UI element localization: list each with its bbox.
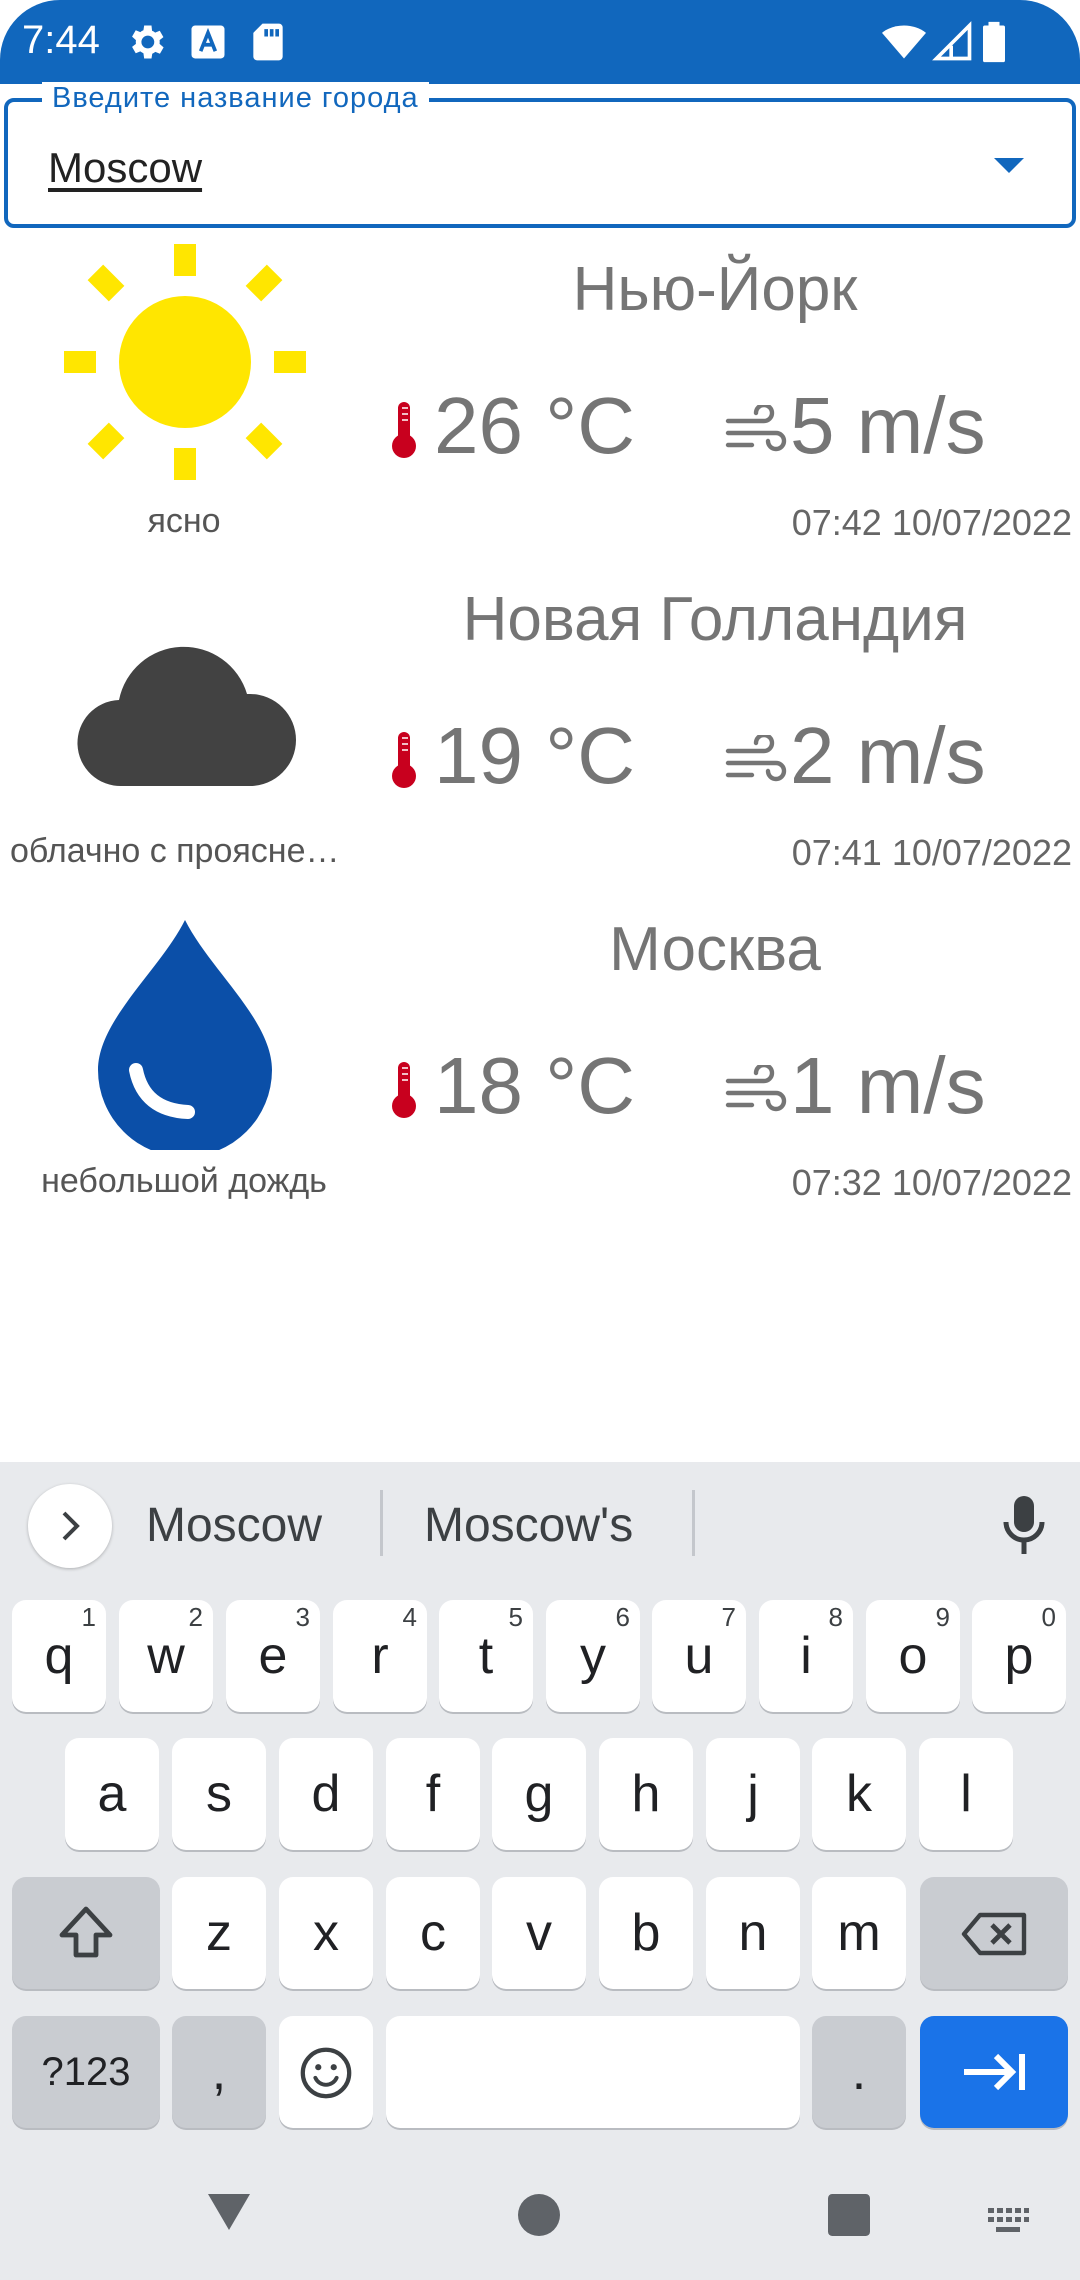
backspace-key[interactable]: [920, 1877, 1068, 1989]
key-y[interactable]: y6: [546, 1600, 640, 1712]
comma-key[interactable]: ,: [172, 2016, 266, 2128]
weather-description: ясно: [147, 502, 221, 540]
city-input[interactable]: Moscow: [48, 144, 202, 192]
tab-next-icon: [964, 2053, 1025, 2091]
key-d[interactable]: d: [279, 1738, 373, 1850]
weather-card[interactable]: облачно с прояснениями Новая Голландия 1…: [0, 570, 1080, 900]
emoji-icon: [300, 2047, 352, 2099]
city-name: Москва: [609, 915, 821, 984]
backspace-icon: [961, 1912, 1027, 1956]
sun-icon: [64, 244, 306, 480]
text-a-icon: [191, 25, 225, 59]
navigation-bar: [0, 2140, 1080, 2280]
period-key[interactable]: .: [812, 2016, 906, 2128]
weather-description: небольшой дождь: [41, 1162, 327, 1200]
key-l[interactable]: l: [919, 1738, 1013, 1850]
key-e[interactable]: e3: [226, 1600, 320, 1712]
raindrop-icon: [98, 920, 272, 1150]
temperature: 19 °C: [434, 711, 635, 800]
next-key[interactable]: [920, 2016, 1068, 2128]
keyboard-switch-icon[interactable]: [986, 2206, 1030, 2236]
shift-icon: [59, 1906, 113, 1958]
key-c[interactable]: c: [386, 1877, 480, 1989]
settings-icon: [132, 25, 164, 59]
wind-speed: 1 m/s: [790, 1041, 986, 1130]
symbols-key[interactable]: ?123: [12, 2016, 160, 2128]
updated-time: 07:41 10/07/2022: [791, 832, 1072, 873]
sd-card-icon: [253, 23, 283, 61]
updated-time: 07:42 10/07/2022: [791, 502, 1072, 543]
wind-icon: [725, 1065, 787, 1112]
space-key[interactable]: [386, 2016, 800, 2128]
divider: [692, 1490, 695, 1556]
home-icon[interactable]: [518, 2194, 560, 2236]
key-b[interactable]: b: [599, 1877, 693, 1989]
emoji-key[interactable]: [279, 2016, 373, 2128]
wind-icon: [725, 735, 787, 782]
key-q[interactable]: q1: [12, 1600, 106, 1712]
key-t[interactable]: t5: [439, 1600, 533, 1712]
key-f[interactable]: f: [386, 1738, 480, 1850]
back-icon[interactable]: [206, 2192, 252, 2232]
chevron-right-icon: [62, 1511, 80, 1541]
expand-toolbar-button[interactable]: [28, 1484, 112, 1568]
signal-icon: [932, 21, 972, 61]
key-x[interactable]: x: [279, 1877, 373, 1989]
shift-key[interactable]: [12, 1877, 160, 1989]
battery-icon: [983, 21, 1005, 63]
thermometer-icon: [392, 1062, 416, 1118]
city-search-field[interactable]: Введите название города Moscow: [4, 82, 1076, 228]
key-h[interactable]: h: [599, 1738, 693, 1850]
temperature: 26 °C: [434, 381, 635, 470]
key-m[interactable]: m: [812, 1877, 906, 1989]
suggestion[interactable]: Moscow: [146, 1498, 322, 1553]
status-bar: 7:44: [0, 0, 1080, 84]
key-s[interactable]: s: [172, 1738, 266, 1850]
recents-icon[interactable]: [828, 2194, 870, 2236]
key-k[interactable]: k: [812, 1738, 906, 1850]
temperature: 18 °C: [434, 1041, 635, 1130]
status-time: 7:44: [22, 18, 100, 62]
key-n[interactable]: n: [706, 1877, 800, 1989]
thermometer-icon: [392, 402, 416, 458]
key-o[interactable]: o9: [866, 1600, 960, 1712]
weather-card[interactable]: небольшой дождь Москва 18 °C 1 m/s 07:32…: [0, 900, 1080, 1230]
updated-time: 07:32 10/07/2022: [791, 1162, 1072, 1203]
city-name: Новая Голландия: [462, 585, 968, 654]
key-g[interactable]: g: [492, 1738, 586, 1850]
key-p[interactable]: p0: [972, 1600, 1066, 1712]
microphone-icon[interactable]: [998, 1492, 1050, 1558]
cloud-icon: [77, 646, 297, 787]
city-name: Нью-Йорк: [572, 255, 858, 324]
key-v[interactable]: v: [492, 1877, 586, 1989]
wind-icon: [725, 405, 787, 452]
weather-description: облачно с прояснениями: [10, 832, 368, 870]
key-i[interactable]: i8: [759, 1600, 853, 1712]
key-z[interactable]: z: [172, 1877, 266, 1989]
key-r[interactable]: r4: [333, 1600, 427, 1712]
wind-speed: 5 m/s: [790, 381, 986, 470]
suggestion-bar: Moscow Moscow's: [0, 1462, 1080, 1582]
key-u[interactable]: u7: [652, 1600, 746, 1712]
wifi-icon: [882, 25, 926, 59]
key-w[interactable]: w2: [119, 1600, 213, 1712]
key-j[interactable]: j: [706, 1738, 800, 1850]
key-a[interactable]: a: [65, 1738, 159, 1850]
weather-card[interactable]: ясно Нью-Йорк 26 °C 5 m/s 07:42 10/07/20…: [0, 240, 1080, 570]
city-field-label: Введите название города: [42, 82, 429, 115]
thermometer-icon: [392, 732, 416, 788]
suggestion[interactable]: Moscow's: [424, 1498, 633, 1553]
divider: [380, 1490, 383, 1556]
dropdown-arrow-icon[interactable]: [994, 158, 1024, 173]
wind-speed: 2 m/s: [790, 711, 986, 800]
